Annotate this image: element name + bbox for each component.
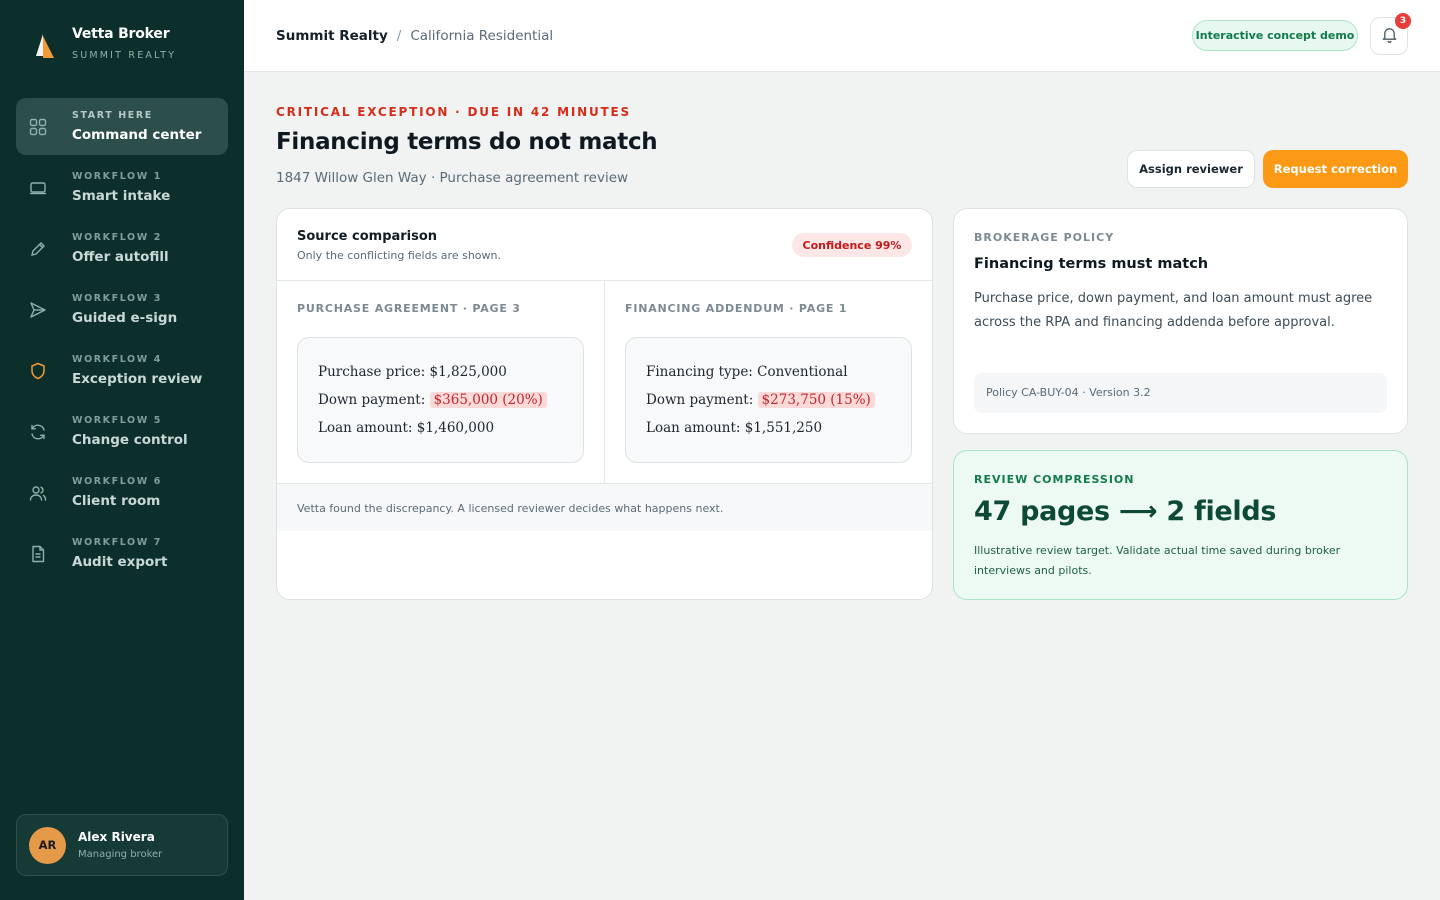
user-role: Managing broker — [78, 849, 163, 860]
column-title: FINANCING ADDENDUM · PAGE 1 — [625, 302, 848, 315]
confidence-badge: Confidence 99% — [792, 233, 912, 257]
nav-item-smart-intake[interactable]: WORKFLOW 1 Smart intake — [16, 159, 228, 216]
column-title: PURCHASE AGREEMENT · PAGE 3 — [297, 302, 521, 315]
down-payment-line: Down payment: $273,750 (15%) — [646, 391, 911, 419]
brand[interactable]: Vetta Broker SUMMIT REALTY — [30, 26, 176, 62]
page-title: Financing terms do not match — [276, 129, 658, 155]
breadcrumb-org[interactable]: Summit Realty — [276, 28, 388, 44]
policy-body: Purchase price, down payment, and loan a… — [974, 291, 1373, 330]
nav-kicker: WORKFLOW 3 — [72, 293, 162, 304]
down-payment-line: Down payment: $365,000 (20%) — [318, 391, 583, 419]
breadcrumb-separator: / — [396, 28, 402, 44]
notification-count-badge: 3 — [1395, 13, 1411, 29]
user-card[interactable]: AR Alex Rivera Managing broker — [16, 814, 228, 876]
nav-kicker: WORKFLOW 2 — [72, 232, 162, 243]
nav-label: Exception review — [72, 371, 203, 387]
purchase-agreement-excerpt: Purchase price: $1,825,000 Down payment:… — [297, 337, 584, 463]
down-payment-label: Down payment: — [318, 392, 426, 408]
nav-label: Audit export — [72, 554, 168, 570]
nav-item-change-control[interactable]: WORKFLOW 5 Change control — [16, 403, 228, 460]
loan-amount-line: Loan amount: $1,551,250 — [646, 420, 823, 436]
nav-item-exception-review[interactable]: WORKFLOW 4 Exception review — [16, 342, 228, 399]
sidebar-nav: START HERE Command center WORKFLOW 1 Sma… — [16, 98, 228, 586]
financing-addendum-excerpt: Financing type: Conventional Down paymen… — [625, 337, 912, 463]
refresh-icon — [28, 422, 48, 442]
nav-label: Guided e-sign — [72, 310, 178, 326]
topbar: Summit Realty / California Residential I… — [244, 0, 1440, 72]
comparison-title: Source comparison — [297, 229, 438, 244]
request-correction-button[interactable]: Request correction — [1263, 150, 1408, 188]
compression-headline: 47 pages ⟶ 2 fields — [974, 496, 1277, 527]
sidebar: Vetta Broker SUMMIT REALTY START HERE Co… — [0, 0, 244, 900]
comparison-footer-text: Vetta found the discrepancy. A licensed … — [297, 502, 724, 515]
compression-note: Illustrative review target. Validate act… — [974, 544, 1341, 577]
brand-subtitle: SUMMIT REALTY — [72, 50, 177, 61]
down-payment-label: Down payment: — [646, 392, 754, 408]
nav-kicker: WORKFLOW 5 — [72, 415, 162, 426]
brand-name: Vetta Broker — [72, 26, 170, 42]
user-name: Alex Rivera — [78, 830, 155, 844]
comparison-header: Source comparison Only the conflicting f… — [277, 209, 932, 281]
nav-label: Offer autofill — [72, 249, 169, 265]
comparison-footer: Vetta found the discrepancy. A licensed … — [277, 483, 932, 531]
policy-reference[interactable]: Policy CA-BUY-04 · Version 3.2 — [974, 373, 1387, 413]
nav-kicker: WORKFLOW 6 — [72, 476, 162, 487]
send-icon — [28, 300, 48, 320]
brokerage-policy-card: BROKERAGE POLICY Financing terms must ma… — [953, 208, 1408, 434]
inbox-icon — [28, 178, 48, 198]
comparison-subtitle: Only the conflicting fields are shown. — [297, 249, 501, 262]
nav-label: Change control — [72, 432, 188, 448]
purchase-price-line: Purchase price: $1,825,000 — [318, 364, 507, 380]
avatar: AR — [29, 826, 66, 864]
nav-item-client-room[interactable]: WORKFLOW 6 Client room — [16, 464, 228, 521]
down-payment-conflict-value: $273,750 (15%) — [757, 392, 875, 408]
policy-kicker: BROKERAGE POLICY — [974, 231, 1115, 244]
breadcrumb: Summit Realty / California Residential — [276, 28, 553, 44]
page-subtitle: 1847 Willow Glen Way · Purchase agreemen… — [276, 170, 629, 186]
financing-type-line: Financing type: Conventional — [646, 364, 848, 380]
source-comparison-card: Source comparison Only the conflicting f… — [276, 208, 933, 600]
nav-item-audit-export[interactable]: WORKFLOW 7 Audit export — [16, 525, 228, 582]
loan-amount-line: Loan amount: $1,460,000 — [318, 420, 495, 436]
policy-title: Financing terms must match — [974, 256, 1209, 272]
nav-item-guided-e-sign[interactable]: WORKFLOW 3 Guided e-sign — [16, 281, 228, 338]
nav-label: Command center — [72, 127, 202, 143]
pencil-icon — [28, 239, 48, 259]
bell-icon — [1381, 26, 1398, 47]
document-icon — [28, 544, 48, 564]
brand-logo-icon — [30, 28, 56, 62]
nav-kicker: WORKFLOW 7 — [72, 537, 162, 548]
nav-kicker: WORKFLOW 1 — [72, 171, 162, 182]
nav-item-command-center[interactable]: START HERE Command center — [16, 98, 228, 155]
demo-badge: Interactive concept demo — [1192, 20, 1358, 51]
shield-icon — [28, 361, 48, 381]
users-icon — [28, 483, 48, 503]
grid-icon — [28, 117, 48, 137]
breadcrumb-region[interactable]: California Residential — [410, 28, 553, 44]
nav-label: Client room — [72, 493, 161, 509]
nav-kicker: WORKFLOW 4 — [72, 354, 162, 365]
purchase-agreement-column: PURCHASE AGREEMENT · PAGE 3 Purchase pri… — [277, 281, 605, 483]
assign-reviewer-button[interactable]: Assign reviewer — [1127, 150, 1255, 188]
down-payment-conflict-value: $365,000 (20%) — [429, 392, 547, 408]
review-compression-card: REVIEW COMPRESSION 47 pages ⟶ 2 fields I… — [953, 450, 1408, 600]
financing-addendum-column: FINANCING ADDENDUM · PAGE 1 Financing ty… — [605, 281, 932, 483]
nav-kicker: START HERE — [72, 110, 153, 121]
exception-kicker: CRITICAL EXCEPTION · DUE IN 42 MINUTES — [276, 105, 631, 119]
nav-item-offer-autofill[interactable]: WORKFLOW 2 Offer autofill — [16, 220, 228, 277]
nav-label: Smart intake — [72, 188, 171, 204]
compression-kicker: REVIEW COMPRESSION — [974, 473, 1135, 486]
